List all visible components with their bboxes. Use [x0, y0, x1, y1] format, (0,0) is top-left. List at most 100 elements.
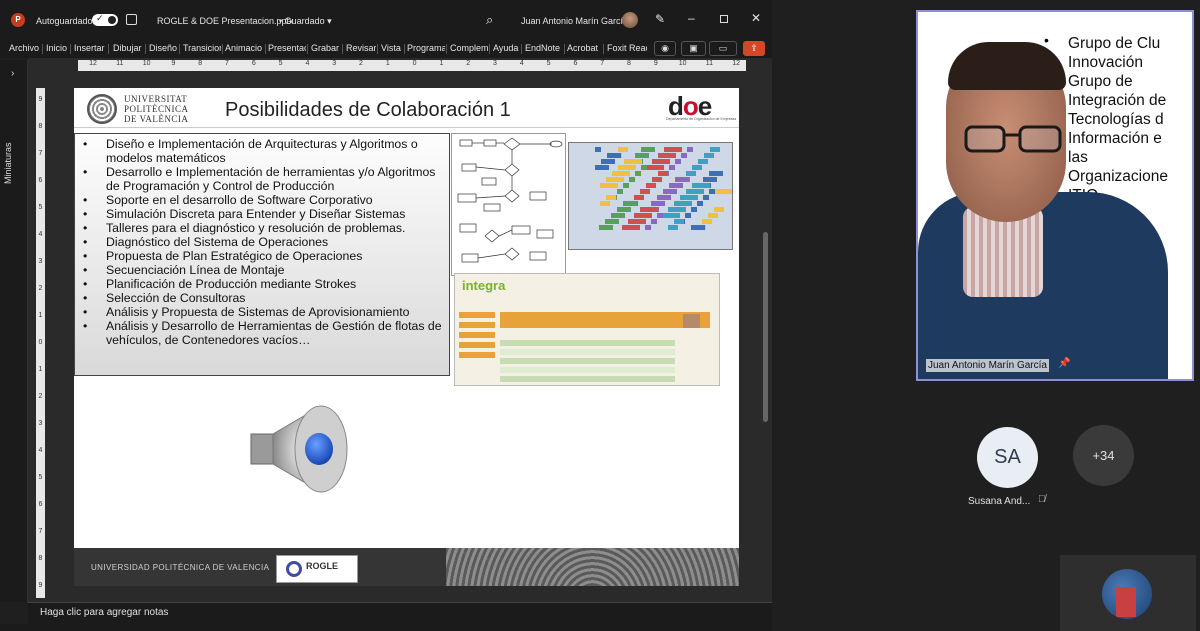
gantt-bar [652, 177, 662, 182]
integra-menu-item [459, 312, 495, 318]
record-button[interactable]: ◉ [654, 41, 676, 56]
gantt-bar [641, 147, 655, 152]
gantt-bar [669, 165, 675, 170]
tab-diseno[interactable]: Diseño [149, 43, 177, 53]
notes-placeholder[interactable]: Haga clic para agregar notas [40, 607, 168, 618]
gantt-bar [692, 183, 710, 188]
scrollbar-thumb[interactable] [763, 232, 768, 422]
comments-button[interactable]: ▭ [709, 41, 737, 56]
vertical-scrollbar[interactable] [762, 82, 770, 592]
participant-avatar[interactable]: SA [977, 427, 1038, 488]
video-slide-line: Integración de [1068, 92, 1167, 109]
ruler-tick: 9 [38, 96, 43, 103]
bullet-item: Diseño e Implementación de Arquitecturas… [83, 137, 448, 165]
ruler-tick: 1 [38, 366, 43, 373]
flowchart-image[interactable] [451, 133, 566, 276]
thumbnail-sidebar[interactable]: › Miniaturas [0, 60, 28, 602]
tab-complementos[interactable]: Complem [450, 43, 488, 53]
ruler-tick: 5 [38, 474, 43, 481]
ruler-tick: 12 [89, 60, 97, 67]
tab-archivo[interactable]: Archivo [9, 43, 41, 53]
slide-canvas[interactable]: UNIVERSITAT POLITÈCNICA DE VALÈNCIA Posi… [74, 88, 739, 586]
ruler-tick: 3 [38, 258, 43, 265]
ruler-tick: 2 [38, 393, 43, 400]
ruler-tick: 0 [412, 60, 417, 67]
bullet-item: Soporte en el desarrollo de Software Cor… [83, 193, 448, 207]
ruler-tick: 8 [38, 123, 43, 130]
video-slide-line: Grupo de Clu [1068, 35, 1161, 52]
more-participants-button[interactable]: +34 [1073, 425, 1134, 486]
present-button[interactable]: ▣ [681, 41, 706, 56]
tab-inicio[interactable]: Inicio [46, 43, 68, 53]
account-name[interactable]: Juan Antonio Marín García [521, 16, 628, 26]
gantt-bar [617, 189, 623, 194]
bullet-textbox[interactable]: Diseño e Implementación de Arquitecturas… [74, 133, 450, 376]
participant-name: Susana And... [968, 496, 1031, 507]
gantt-bar [697, 201, 703, 206]
share-button[interactable]: ⇪ [743, 41, 765, 56]
close-button[interactable]: ✕ [751, 11, 761, 25]
status-bar [0, 624, 772, 631]
presenter-video-tile[interactable]: • Grupo de Clu Innovación Grupo de Integrac… [916, 10, 1194, 381]
ruler-tick: 6 [38, 501, 43, 508]
integra-app-screenshot[interactable]: integra [454, 273, 720, 386]
gantt-bar [641, 165, 647, 170]
bullet-list: Diseño e Implementación de Arquitecturas… [83, 137, 448, 347]
gantt-bar [612, 171, 630, 176]
gantt-bar [601, 159, 615, 164]
chevron-right-icon[interactable]: › [11, 68, 14, 79]
pen-icon[interactable]: ✎ [655, 12, 665, 26]
gantt-bar [600, 183, 618, 188]
tab-insertar[interactable]: Insertar [74, 43, 106, 53]
tab-dibujar[interactable]: Dibujar [113, 43, 143, 53]
tab-grabar[interactable]: Grabar [311, 43, 340, 53]
footer-university-name: UNIVERSIDAD POLITÉCNICA DE VALENCIA [91, 563, 270, 572]
account-avatar[interactable] [622, 12, 638, 28]
upv-line-1: UNIVERSITAT [124, 94, 188, 104]
ruler-tick: 7 [600, 60, 605, 67]
autosave-toggle[interactable]: ✓ [92, 13, 118, 26]
rogle-circle-icon [286, 561, 302, 577]
maximize-button[interactable] [720, 15, 728, 23]
tab-ayuda[interactable]: Ayuda [493, 43, 519, 53]
thumbnails-label[interactable]: Miniaturas [3, 142, 13, 184]
bullet-item: Simulación Discreta para Entender y Dise… [83, 207, 448, 221]
tab-endnote[interactable]: EndNote [525, 43, 562, 53]
gantt-chart-image[interactable] [568, 142, 733, 250]
upv-logo-text: UNIVERSITAT POLITÈCNICA DE VALÈNCIA [124, 94, 189, 124]
ruler-tick: 9 [653, 60, 658, 67]
notes-pane[interactable]: Haga clic para agregar notas [28, 602, 772, 624]
tab-transiciones[interactable]: Transicion [183, 43, 221, 53]
gantt-bar [680, 195, 698, 200]
integra-header-bar [500, 312, 710, 328]
slide-title[interactable]: Posibilidades de Colaboración 1 [225, 99, 511, 122]
pin-icon[interactable]: 📌 [1058, 358, 1070, 369]
gantt-bar [714, 207, 724, 212]
ruler-tick: 8 [198, 60, 203, 67]
saved-status[interactable]: • Guardado ▾ [279, 16, 332, 27]
ruler-tick: 6 [573, 60, 578, 67]
tab-revisar[interactable]: Revisar [346, 43, 376, 53]
ruler-tick: 2 [466, 60, 471, 67]
ruler-tick: 5 [38, 204, 43, 211]
video-slide-line: Tecnologías d [1068, 111, 1164, 128]
tab-presentacion[interactable]: Presentac [268, 43, 306, 53]
gantt-bar [646, 165, 664, 170]
bullet-item: Desarrollo e Implementación de herramien… [83, 165, 448, 193]
tab-animaciones[interactable]: Animacio [225, 43, 264, 53]
gantt-bar [674, 201, 692, 206]
ruler-tick: 2 [359, 60, 363, 67]
search-icon[interactable]: ⌕ [486, 12, 493, 28]
tab-vista[interactable]: Vista [381, 43, 403, 53]
ruler-tick: 1 [38, 312, 43, 319]
tab-foxit-reader[interactable]: Foxit Reac [607, 43, 647, 53]
save-icon[interactable] [126, 14, 137, 25]
self-view-tile[interactable] [1060, 555, 1196, 631]
document-filename[interactable]: ROGLE & DOE Presentacion.pptx [157, 16, 294, 26]
ruler-tick: 4 [38, 447, 43, 454]
tab-programador[interactable]: Programa [407, 43, 445, 53]
speaker-icon[interactable] [249, 402, 354, 497]
tab-acrobat[interactable]: Acrobat [567, 43, 601, 53]
ruler-tick: 12 [732, 60, 741, 67]
minimize-button[interactable]: – [688, 11, 695, 25]
